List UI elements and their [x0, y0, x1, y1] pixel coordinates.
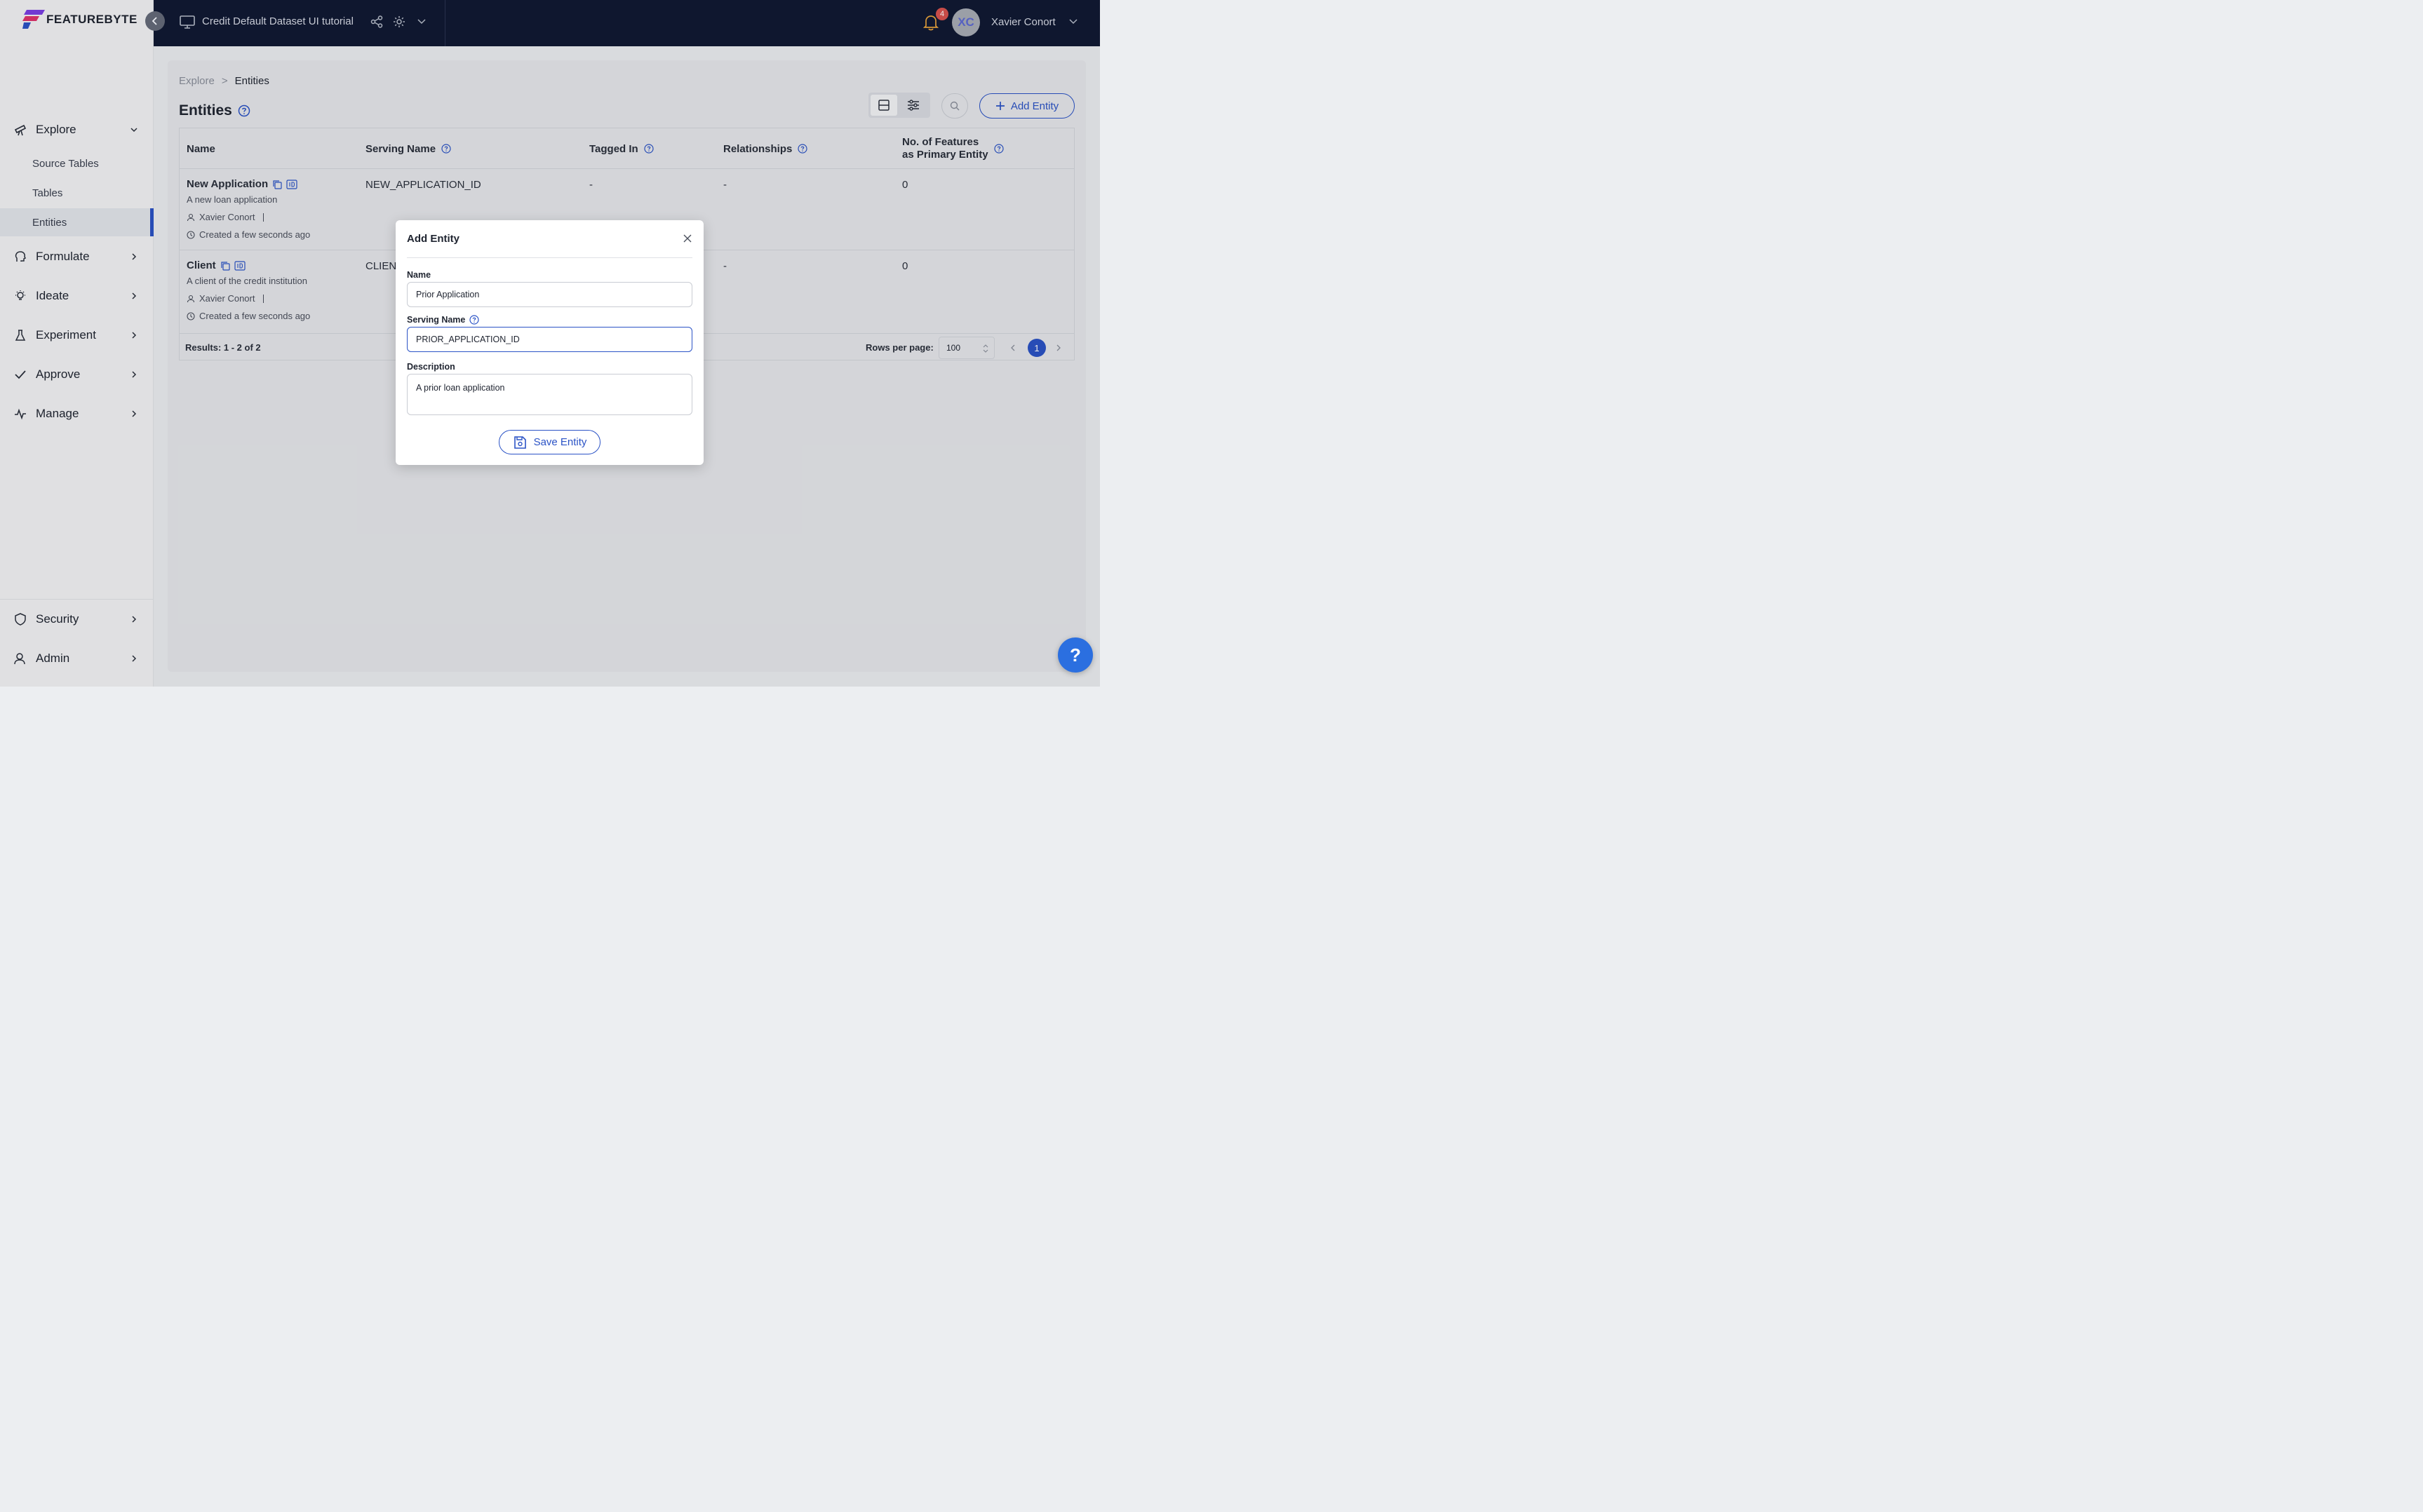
- dialog-title: Add Entity: [407, 233, 459, 245]
- close-icon[interactable]: [683, 234, 692, 243]
- name-input[interactable]: [407, 282, 692, 307]
- description-label: Description: [407, 362, 455, 372]
- serving-name-label-text: Serving Name: [407, 315, 466, 325]
- add-entity-dialog: Add Entity Name Serving Name Description…: [396, 220, 704, 465]
- description-textarea[interactable]: A prior loan application: [407, 374, 692, 415]
- serving-name-label: Serving Name: [407, 315, 479, 325]
- sidebar-collapse-button[interactable]: [145, 11, 165, 31]
- serving-name-input[interactable]: [407, 327, 692, 352]
- save-entity-label: Save Entity: [533, 436, 587, 448]
- description-label-text: Description: [407, 362, 455, 372]
- dialog-divider: [407, 257, 692, 258]
- save-entity-button[interactable]: Save Entity: [499, 430, 600, 454]
- name-label-text: Name: [407, 270, 431, 280]
- help-button[interactable]: ?: [1058, 637, 1093, 673]
- name-label: Name: [407, 270, 431, 280]
- help-circle-icon[interactable]: [469, 315, 479, 325]
- chevron-left-icon: [152, 17, 157, 25]
- save-icon: [514, 436, 526, 449]
